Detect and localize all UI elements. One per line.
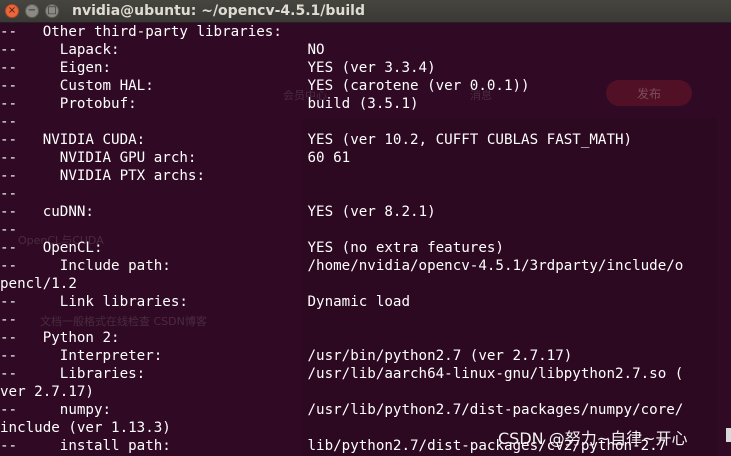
minimize-button[interactable]: −: [25, 4, 39, 18]
minimize-icon: −: [27, 5, 37, 16]
terminal-line: -- NVIDIA PTX archs:: [0, 168, 205, 184]
terminal-line: pencl/1.2: [0, 276, 77, 292]
terminal-line: --: [0, 312, 18, 328]
terminal-line: -- NVIDIA GPU arch: 60 61: [0, 150, 351, 166]
terminal-line: --: [0, 186, 18, 202]
terminal-line: -- Libraries: /usr/lib/aarch64-linux-gnu…: [0, 366, 684, 382]
terminal-line: -- Python 2:: [0, 330, 120, 346]
maximize-icon: □: [47, 5, 57, 16]
terminal-output[interactable]: 会员中心 消息 OpenCL与CUDA 文档一般格式在线检查 CSDN博客 发布…: [0, 23, 731, 456]
terminal-line: -- OpenCL: YES (no extra features): [0, 240, 504, 256]
terminal-line: -- Custom HAL: YES (carotene (ver 0.0.1)…: [0, 78, 530, 94]
terminal-line: -- Interpreter: /usr/bin/python2.7 (ver …: [0, 348, 573, 364]
terminal-cursor: [726, 428, 731, 442]
terminal-line: -- Lapack: NO: [0, 42, 325, 58]
title-bar: × − □ nvidia@ubuntu: ~/opencv-4.5.1/buil…: [0, 0, 731, 23]
terminal-line: -- numpy: /usr/lib/python2.7/dist-packag…: [0, 402, 684, 418]
maximize-button[interactable]: □: [45, 4, 59, 18]
window-title: nvidia@ubuntu: ~/opencv-4.5.1/build: [72, 3, 365, 19]
terminal-line: -- Link libraries: Dynamic load: [0, 294, 410, 310]
terminal-line: --: [0, 114, 18, 130]
terminal-line: -- NVIDIA CUDA: YES (ver 10.2, CUFFT CUB…: [0, 132, 633, 148]
terminal-line: -- Include path: /home/nvidia/opencv-4.5…: [0, 258, 684, 274]
terminal-line: -- Eigen: YES (ver 3.3.4): [0, 60, 436, 76]
terminal-line: -- cuDNN: YES (ver 8.2.1): [0, 204, 436, 220]
terminal-line: -- Other third-party libraries:: [0, 24, 282, 40]
close-icon: ×: [7, 5, 17, 16]
terminal-line: --: [0, 222, 18, 238]
close-button[interactable]: ×: [5, 4, 19, 18]
csdn-watermark: CSDN @努力~自律~开心: [498, 429, 688, 448]
terminal-line: ver 2.7.17): [0, 384, 94, 400]
terminal-line: -- Protobuf: build (3.5.1): [0, 96, 419, 112]
